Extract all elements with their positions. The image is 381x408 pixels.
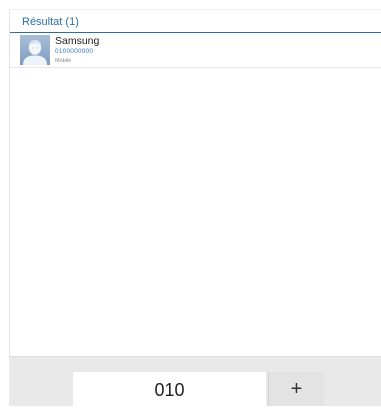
results-title: Résultat (1) [22,16,79,28]
person-placeholder-icon [20,35,50,65]
contacts-search-screen: Résultat (1) Samsung 0100000000 Mobile 0… [0,0,381,406]
contact-list-item[interactable]: Samsung 0100000000 Mobile [10,33,381,68]
contact-number: 0100000000 [55,48,94,55]
contact-number-type: Mobile [55,58,72,64]
number-input[interactable]: 010 [73,372,266,406]
contact-name: Samsung [55,35,100,47]
dialer-bar: 010 + [9,356,381,406]
results-panel: Résultat (1) Samsung 0100000000 Mobile [9,9,381,356]
add-contact-button[interactable]: + [268,372,324,406]
results-header: Résultat (1) [10,10,381,33]
